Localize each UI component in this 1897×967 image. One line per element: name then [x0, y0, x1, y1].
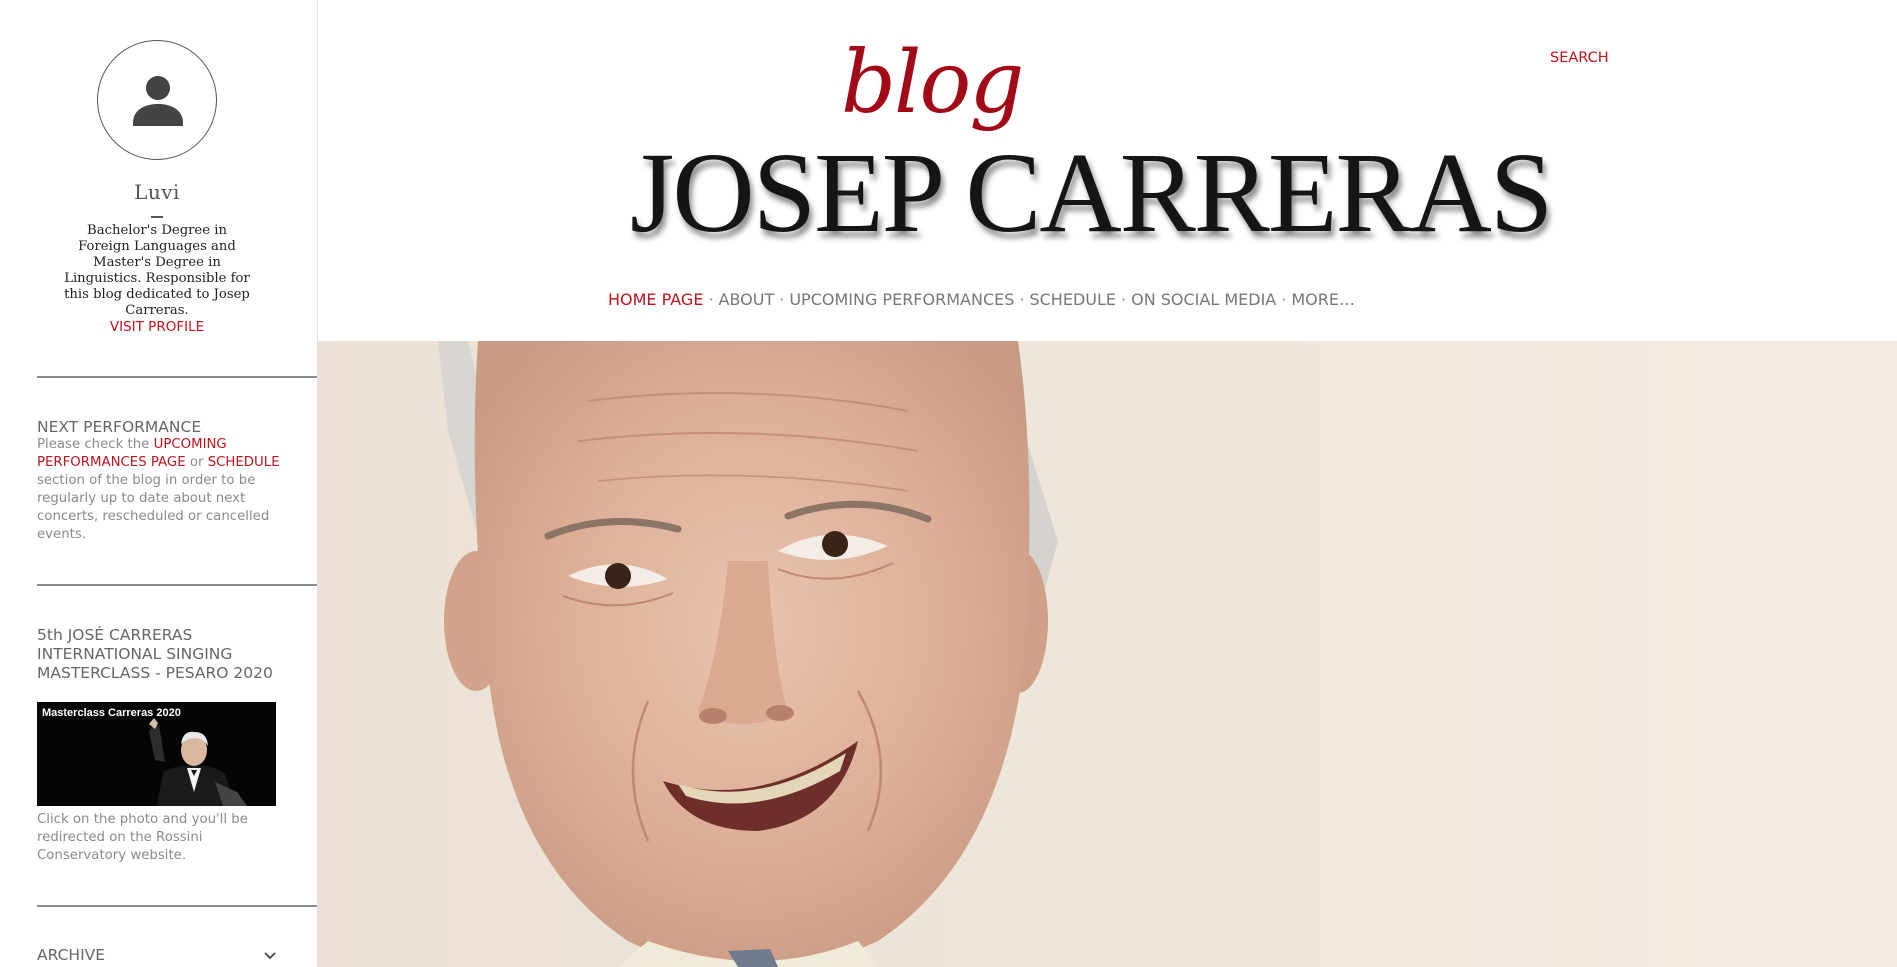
logo-title: JOSEP CARRERAS	[630, 129, 1553, 256]
avatar[interactable]	[97, 40, 217, 160]
hero-image	[318, 341, 1897, 967]
nav-separator: ·	[1121, 290, 1127, 309]
nav-separator: ·	[1019, 290, 1025, 309]
next-performance-title: NEXT PERFORMANCE	[37, 418, 202, 436]
masterclass-image-caption: Masterclass Carreras 2020	[42, 707, 181, 719]
sidebar: Luvi Bachelor's Degree in Foreign Langua…	[0, 0, 318, 967]
next-performance-text: Please check the UPCOMING PERFORMANCES P…	[37, 436, 285, 544]
visit-profile-link[interactable]: VISIT PROFILE	[0, 319, 314, 335]
logo-blog-text: blog	[841, 33, 1024, 133]
profile-divider	[151, 216, 163, 218]
archive-title: ARCHIVE	[37, 946, 106, 964]
profile-bio: Bachelor's Degree in Foreign Languages a…	[64, 223, 250, 318]
nav-upcoming-performances[interactable]: UPCOMING PERFORMANCES	[789, 290, 1014, 309]
masterclass-text: Click on the photo and you'll be redirec…	[37, 812, 248, 863]
search-link[interactable]: SEARCH	[1550, 50, 1609, 66]
nav-separator: ·	[779, 290, 785, 309]
sidebar-divider	[37, 376, 317, 378]
hero-portrait	[318, 341, 1897, 967]
person-icon	[133, 76, 183, 126]
blog-header: SEARCH blog JOSEP CARRERAS HOME PAGE · ABO…	[318, 0, 1897, 341]
next-performance-text-2: or	[185, 455, 208, 470]
nav-schedule[interactable]: SCHEDULE	[1029, 290, 1116, 309]
archive-toggle[interactable]: ARCHIVE	[37, 946, 277, 967]
nav-home-page[interactable]: HOME PAGE	[608, 290, 703, 309]
nav-about[interactable]: ABOUT	[719, 290, 775, 309]
schedule-link[interactable]: SCHEDULE	[208, 455, 280, 470]
next-performance-text-1: Please check the	[37, 437, 154, 452]
profile-name: Luvi	[134, 180, 180, 204]
nav-separator: ·	[1281, 290, 1287, 309]
main-nav: HOME PAGE · ABOUT · UPCOMING PERFORMANCES · SC…	[608, 290, 1355, 309]
chevron-down-icon	[264, 952, 276, 960]
sidebar-divider	[37, 905, 317, 907]
next-performance-text-3: section of the blog in order to be regul…	[37, 473, 270, 542]
sidebar-divider	[37, 584, 317, 586]
masterclass-title: 5th JOSÉ CARRERAS INTERNATIONAL SINGING …	[37, 626, 273, 682]
page: Luvi Bachelor's Degree in Foreign Langua…	[0, 0, 1897, 967]
nav-more[interactable]: MORE…	[1291, 290, 1355, 309]
nav-separator: ·	[708, 290, 714, 309]
nav-on-social-media[interactable]: ON SOCIAL MEDIA	[1131, 290, 1276, 309]
masterclass-image[interactable]: Masterclass Carreras 2020	[37, 702, 276, 806]
